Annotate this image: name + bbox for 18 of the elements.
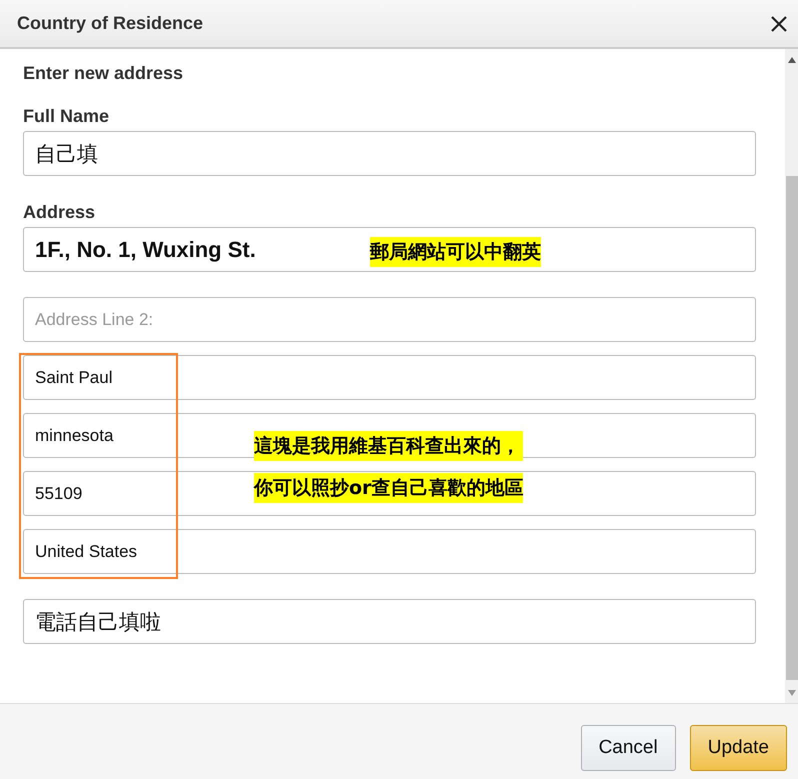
- input-field[interactable]: United States: [23, 529, 756, 574]
- input-field[interactable]: Saint Paul: [23, 355, 756, 400]
- update-button[interactable]: Update: [690, 725, 787, 771]
- cancel-button[interactable]: Cancel: [580, 725, 676, 771]
- input-field[interactable]: 自己填: [23, 131, 756, 176]
- scroll-up-icon[interactable]: [788, 57, 796, 63]
- annotation-note: 這塊是我用維基百科查出來的，: [254, 431, 524, 461]
- input-field[interactable]: Address Line 2:: [23, 297, 756, 342]
- dialog-title: Country of Residence: [17, 13, 204, 34]
- section-title: Enter new address: [23, 62, 184, 84]
- annotation-note: 你可以照抄or查自己喜歡的地區: [254, 473, 524, 503]
- scrollbar[interactable]: [785, 49, 798, 703]
- scrollbar-thumb[interactable]: [786, 176, 798, 680]
- close-icon[interactable]: [770, 14, 788, 32]
- field-label: Address: [23, 201, 96, 223]
- field-label: Full Name: [23, 105, 110, 127]
- input-field[interactable]: 電話自己填啦: [23, 599, 756, 644]
- scroll-down-icon[interactable]: [788, 690, 796, 696]
